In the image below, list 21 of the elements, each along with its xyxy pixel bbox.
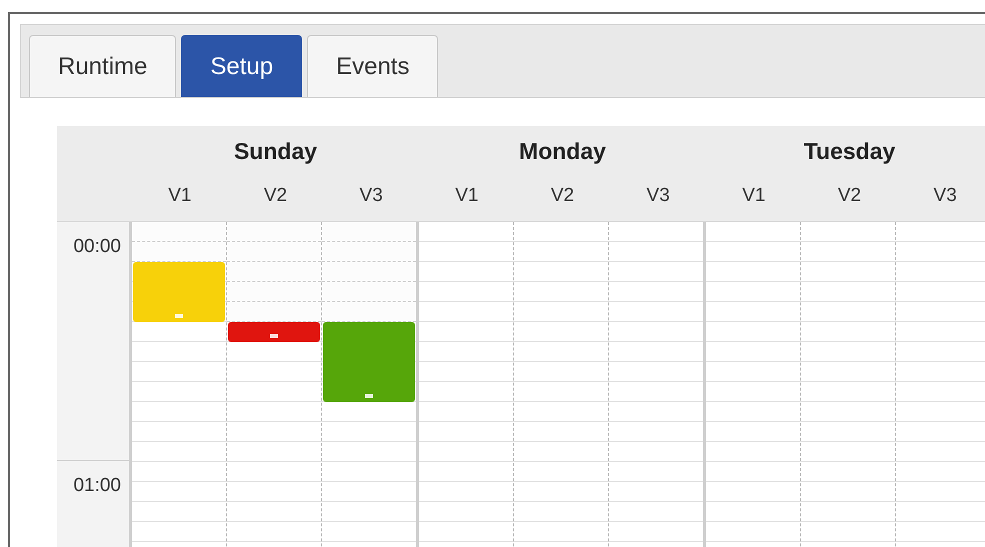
- tab[interactable]: Events: [307, 35, 438, 97]
- time-label: 00:00: [73, 236, 121, 257]
- column-header: V3: [646, 184, 671, 208]
- column-header: V1: [454, 184, 480, 208]
- column-header: V1: [167, 184, 192, 208]
- column-header: V3: [358, 184, 384, 208]
- column-header: V2: [262, 184, 288, 208]
- column-header: V2: [836, 184, 862, 208]
- tab[interactable]: Setup: [181, 35, 302, 97]
- event-block[interactable]: [228, 322, 320, 342]
- time-label: 01:00: [73, 475, 121, 496]
- day-header: Sunday: [232, 137, 318, 166]
- resize-handle[interactable]: [175, 314, 183, 318]
- column-header: V3: [932, 184, 958, 208]
- resize-handle[interactable]: [365, 394, 373, 398]
- day-header: Tuesday: [802, 137, 896, 166]
- resize-handle[interactable]: [270, 334, 278, 338]
- column-header: V1: [741, 184, 766, 208]
- column-header: V2: [550, 184, 576, 208]
- tab[interactable]: Runtime: [29, 35, 176, 97]
- day-header: Monday: [518, 137, 607, 166]
